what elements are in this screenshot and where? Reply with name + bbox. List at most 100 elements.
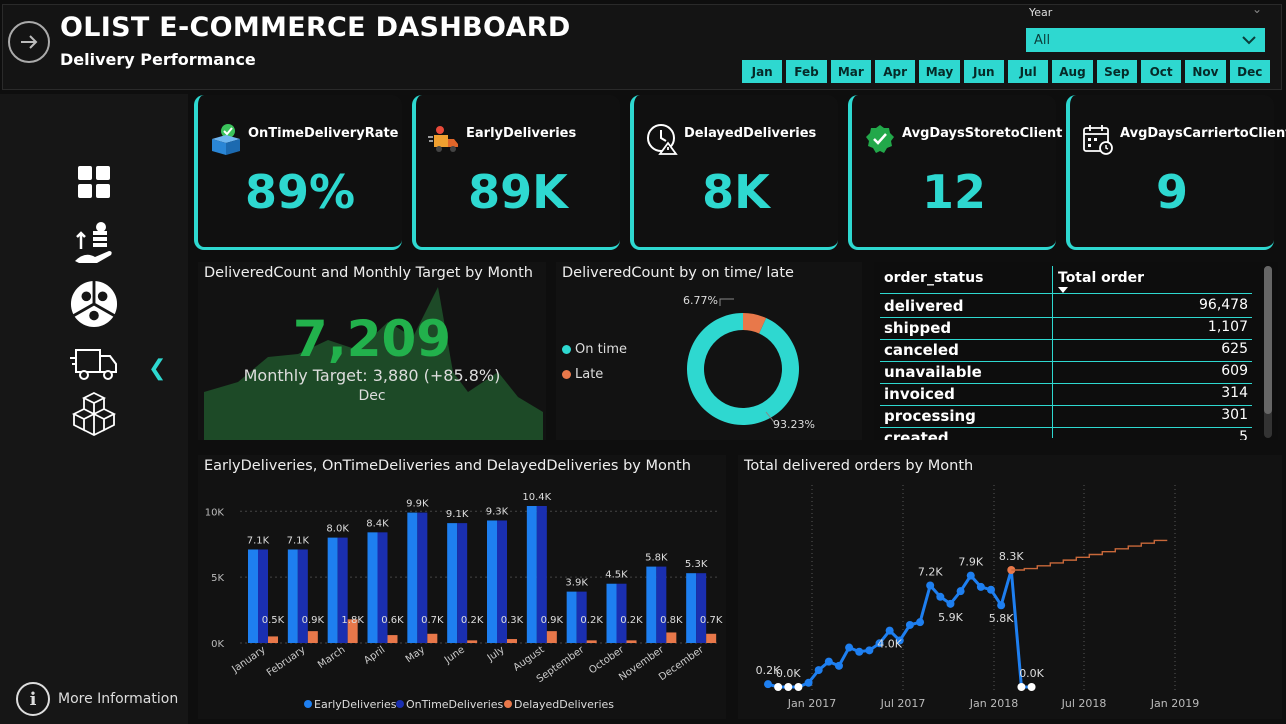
table-row[interactable]: unavailable 609 (880, 362, 1252, 384)
line-point[interactable] (1027, 683, 1036, 691)
month-button-mar[interactable]: Mar (830, 60, 871, 83)
bar-delayed[interactable] (507, 639, 517, 643)
table-row[interactable]: delivered 96,478 (880, 296, 1252, 318)
grid-icon[interactable] (70, 158, 118, 206)
bar-early[interactable] (248, 549, 258, 643)
line-point[interactable] (926, 581, 935, 590)
table-row[interactable]: processing 301 (880, 406, 1252, 428)
line-point[interactable] (976, 582, 985, 591)
chevron-down-icon[interactable]: ⌄ (1252, 2, 1262, 16)
bar-early[interactable] (487, 520, 497, 643)
bar-early[interactable] (646, 566, 657, 643)
line-point[interactable] (956, 587, 965, 596)
month-button-may[interactable]: May (919, 60, 960, 83)
line-point[interactable] (865, 646, 874, 655)
bar-ontime[interactable] (258, 549, 268, 643)
legend-label-delayeddeliveries[interactable]: DelayedDeliveries (514, 698, 614, 711)
month-button-apr[interactable]: Apr (874, 60, 916, 83)
month-button-sep[interactable]: Sep (1096, 60, 1137, 83)
bar-ontime[interactable] (656, 566, 667, 643)
bar-value-label: 7.1K (247, 535, 270, 546)
bar-ontime[interactable] (616, 583, 627, 643)
bar-delayed[interactable] (268, 636, 278, 643)
table-scrollbar[interactable] (1264, 266, 1272, 438)
month-button-dec[interactable]: Dec (1229, 60, 1270, 83)
column-header-status[interactable]: order_status (884, 270, 983, 286)
month-button-feb[interactable]: Feb (786, 60, 827, 83)
line-point[interactable] (824, 657, 833, 666)
delivery-truck-icon[interactable] (70, 340, 118, 388)
bar-delayed[interactable] (467, 640, 478, 643)
bar-early[interactable] (566, 591, 577, 643)
boxes-icon[interactable] (70, 390, 118, 438)
line-point[interactable] (936, 592, 945, 601)
more-information-button[interactable]: i More Information (16, 682, 178, 716)
bar-delayed[interactable] (586, 640, 597, 643)
bar-early[interactable] (327, 537, 338, 643)
line-point[interactable] (905, 620, 914, 629)
line-point[interactable] (916, 618, 925, 627)
back-button[interactable] (8, 21, 50, 63)
line-point[interactable] (764, 680, 772, 689)
line-point[interactable] (814, 666, 823, 675)
bar-ontime[interactable] (337, 537, 348, 643)
line-point[interactable] (946, 599, 955, 608)
line-point[interactable] (885, 626, 894, 635)
bar-early[interactable] (407, 512, 418, 643)
bar-delayed[interactable] (666, 632, 677, 643)
line-point[interactable] (845, 643, 854, 652)
x-tick-label: Jan 2018 (969, 697, 1018, 710)
bar-ontime[interactable] (377, 532, 388, 643)
month-button-nov[interactable]: Nov (1185, 60, 1226, 83)
table-row[interactable]: created 5 (880, 428, 1252, 440)
delayed-value-label: 0.9K (541, 615, 564, 626)
table-row[interactable]: canceled 625 (880, 340, 1252, 362)
bar-delayed[interactable] (626, 640, 637, 643)
bar-ontime[interactable] (696, 573, 707, 643)
month-button-jun[interactable]: Jun (963, 60, 1004, 83)
sentiment-icon[interactable] (70, 280, 118, 328)
month-button-oct[interactable]: Oct (1140, 60, 1182, 83)
line-point[interactable] (987, 585, 996, 594)
bar-early[interactable] (367, 532, 378, 643)
forecast-line (1011, 539, 1168, 571)
month-button-jul[interactable]: Jul (1007, 60, 1049, 83)
month-button-jan[interactable]: Jan (742, 60, 783, 83)
delayed-value-label: 0.2K (580, 615, 603, 626)
bar-early[interactable] (686, 573, 697, 643)
line-point[interactable] (834, 661, 843, 670)
bar-early[interactable] (447, 523, 458, 643)
line-point[interactable] (784, 683, 793, 691)
line-point[interactable] (855, 647, 864, 656)
line-point[interactable] (1017, 683, 1026, 691)
bar-early[interactable] (526, 506, 537, 643)
table-row[interactable]: shipped 1,107 (880, 318, 1252, 340)
count-cell: 5 (1239, 429, 1248, 440)
bar-early[interactable] (606, 583, 617, 643)
legend-label-ontimedeliveries[interactable]: OnTimeDeliveries (406, 698, 504, 711)
scrollbar-thumb[interactable] (1264, 266, 1272, 414)
bar-delayed[interactable] (387, 635, 398, 643)
info-icon: i (16, 682, 50, 716)
line-point[interactable] (794, 683, 803, 691)
bar-early[interactable] (287, 549, 298, 643)
bar-delayed[interactable] (427, 633, 438, 643)
x-tick-label: March (316, 644, 347, 670)
legend-label-earlydeliveries[interactable]: EarlyDeliveries (314, 698, 397, 711)
revenue-icon[interactable] (70, 220, 118, 268)
column-header-total[interactable]: Total order (1058, 270, 1144, 286)
bar-value-label: 9.9K (406, 499, 429, 510)
bar-delayed[interactable] (706, 633, 717, 643)
bar-ontime[interactable] (297, 549, 308, 643)
delayed-value-label: 1.8K (341, 615, 364, 626)
line-point[interactable] (774, 683, 783, 691)
year-dropdown[interactable]: All (1026, 28, 1265, 52)
month-button-aug[interactable]: Aug (1052, 60, 1093, 83)
line-point[interactable] (997, 601, 1006, 610)
line-point[interactable] (966, 571, 975, 580)
line-point[interactable] (804, 678, 813, 687)
bar-value-label: 3.9K (565, 578, 588, 589)
bar-delayed[interactable] (546, 631, 557, 643)
bar-delayed[interactable] (307, 631, 318, 643)
table-row[interactable]: invoiced 314 (880, 384, 1252, 406)
